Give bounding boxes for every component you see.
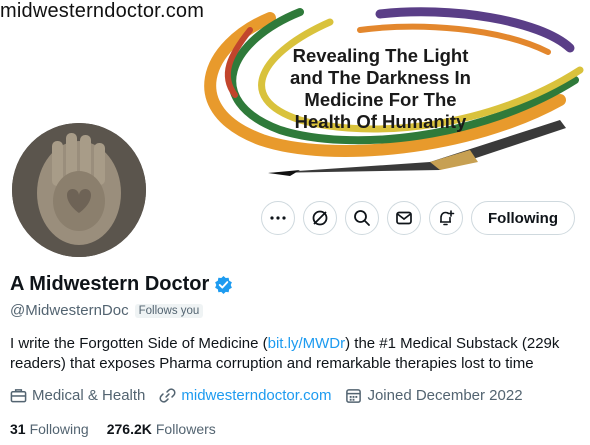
category-item: Medical & Health <box>10 387 145 404</box>
briefcase-icon <box>10 389 27 403</box>
verified-badge-icon[interactable] <box>214 275 233 294</box>
handle-row: @MidwesternDoc Follows you <box>10 302 204 319</box>
bell-plus-icon <box>440 210 455 226</box>
banner-site-text: midwesterndoctor.com <box>0 0 205 22</box>
more-button[interactable] <box>261 201 296 235</box>
profile-bio: I write the Forgotten Side of Medicine (… <box>10 334 575 374</box>
following-count-label: Following <box>29 421 89 437</box>
followers-count-label: Followers <box>155 421 216 437</box>
search-button[interactable] <box>345 201 380 235</box>
following-count: 31 <box>10 421 26 437</box>
profile-actions: Following <box>253 201 575 235</box>
following-button[interactable]: Following <box>471 201 575 235</box>
following-count-link[interactable]: 31 Following <box>10 421 89 437</box>
notify-button[interactable] <box>429 201 464 235</box>
bio-link[interactable]: bit.ly/MWDr <box>268 335 346 352</box>
search-icon <box>354 210 370 226</box>
follow-counts: 31 Following 276.2K Followers <box>10 421 234 437</box>
follows-you-badge: Follows you <box>134 303 204 318</box>
message-button[interactable] <box>387 201 422 235</box>
grok-icon <box>312 210 328 226</box>
followers-count: 276.2K <box>106 421 152 437</box>
website-item[interactable]: midwesterndoctor.com <box>159 387 331 404</box>
bio-text-1: I write the Forgotten Side of Medicine ( <box>10 335 268 352</box>
website-link[interactable]: midwesterndoctor.com <box>181 387 331 404</box>
grok-button[interactable] <box>303 201 338 235</box>
joined-item: Joined December 2022 <box>345 387 523 404</box>
avatar[interactable] <box>12 123 146 257</box>
category-label: Medical & Health <box>32 387 146 404</box>
profile-meta: Medical & Health midwesterndoctor.com Jo… <box>10 387 537 404</box>
more-dots-icon <box>270 216 286 220</box>
display-name: A Midwestern Doctor <box>10 273 210 295</box>
link-icon <box>159 388 176 403</box>
followers-count-link[interactable]: 276.2K Followers <box>107 421 216 437</box>
mail-icon <box>396 211 412 225</box>
joined-label: Joined December 2022 <box>367 387 523 404</box>
hand-sculpture-image <box>12 123 146 257</box>
banner-tagline: Revealing The Light and The Darkness In … <box>290 45 471 132</box>
calendar-icon <box>346 389 362 403</box>
handle: @MidwesternDoc <box>10 302 129 319</box>
profile-name-row: A Midwestern Doctor <box>10 273 233 296</box>
